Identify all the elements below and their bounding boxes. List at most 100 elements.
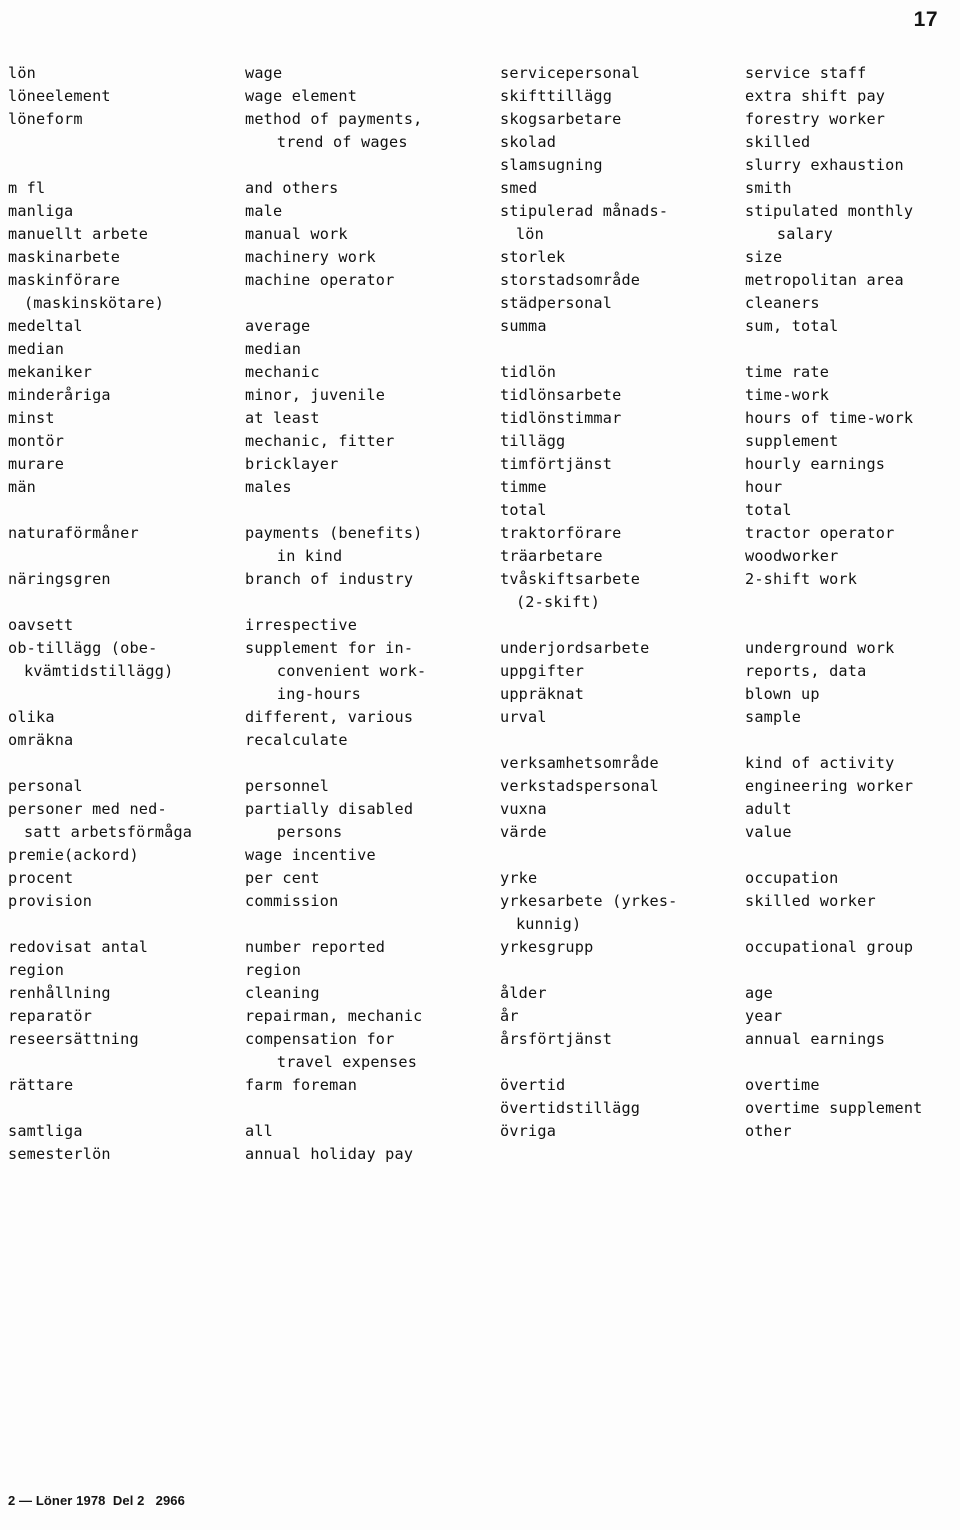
swedish-term-continuation	[8, 545, 261, 568]
english-definition: woodworker	[745, 547, 839, 565]
swedish-term: smed	[500, 179, 538, 197]
english-definition: time-work	[745, 386, 830, 404]
swedish-term: semesterlön	[8, 1145, 111, 1163]
glossary-entry: storlek size	[500, 246, 960, 269]
english-definition: slurry exhaustion	[745, 156, 904, 174]
swedish-term: verkstadspersonal	[500, 777, 659, 795]
english-definition: number reported	[245, 938, 386, 956]
glossary-entry: storstadsområde metropolitan area	[500, 269, 960, 292]
glossary-entry-row: maskinarbete machinery work	[8, 246, 480, 269]
glossary-entry-row: träarbetare woodworker	[500, 545, 960, 568]
glossary-entry-row: tidlön time rate	[500, 361, 960, 384]
glossary-entry-row: m fl and others	[8, 177, 480, 200]
glossary-entry-row: timförtjänst hourly earnings	[500, 453, 960, 476]
english-definition: metropolitan area	[745, 271, 904, 289]
english-definition: irrespective	[245, 616, 358, 634]
swedish-term: övertid	[500, 1076, 566, 1094]
english-definition: age	[745, 984, 774, 1002]
glossary-entry-row: (2-skift)	[500, 591, 960, 614]
english-definition: skilled	[745, 133, 811, 151]
swedish-term: timförtjänst	[500, 455, 613, 473]
swedish-term: olika	[8, 708, 55, 726]
glossary-entry-row: storstadsområde metropolitan area	[500, 269, 960, 292]
glossary-entry: timförtjänst hourly earnings	[500, 453, 960, 476]
english-definition: at least	[245, 409, 320, 427]
glossary-entry: skolad skilled	[500, 131, 960, 154]
glossary-entry: män males	[8, 476, 480, 499]
swedish-term: storlek	[500, 248, 566, 266]
glossary-group: ålder age år year årsförtjänst annual earning…	[500, 982, 960, 1051]
glossary-entry: traktorförare tractor operator	[500, 522, 960, 545]
glossary-entry-row: stipulerad månads-stipulated monthly	[500, 200, 960, 223]
glossary-entry: årsförtjänst annual earnings	[500, 1028, 960, 1051]
swedish-term: samtliga	[8, 1122, 83, 1140]
english-definition: hours of time-work	[745, 409, 914, 427]
english-definition: occupational group	[745, 938, 914, 956]
glossary-entry: värde value	[500, 821, 960, 844]
glossary-entry-row: naturaförmåner payments (benefits)	[8, 522, 480, 545]
glossary-column-left: lön wage löneelement wage element löneform me…	[8, 62, 480, 1166]
glossary-entry-row: minderåriga minor, juvenile	[8, 384, 480, 407]
glossary-entry: premie(ackord) wage incentive	[8, 844, 480, 867]
english-definition: partially disabled	[245, 800, 414, 818]
swedish-term: slamsugning	[500, 156, 603, 174]
english-definition: method of payments,	[245, 110, 423, 128]
glossary-entry: lön wage	[8, 62, 480, 85]
glossary-entry-row: skogsarbetare forestry worker	[500, 108, 960, 131]
swedish-term: timme	[500, 478, 547, 496]
glossary-entry-row: total total	[500, 499, 960, 522]
english-definition: supplement for in-	[245, 639, 414, 657]
glossary-entry-row: in kind	[8, 545, 480, 568]
english-definition: payments (benefits)	[245, 524, 423, 542]
glossary-entry-row: reseersättning compensation for	[8, 1028, 480, 1051]
glossary-entry-row: murare bricklayer	[8, 453, 480, 476]
glossary-entry-row: årsförtjänst annual earnings	[500, 1028, 960, 1051]
glossary-entry-row: lön wage	[8, 62, 480, 85]
glossary-group: verksamhetsområde kind of activity verksta…	[500, 752, 960, 844]
glossary-entry: verkstadspersonal engineering worker	[500, 775, 960, 798]
glossary-entry-row: personer med ned-partially disabled	[8, 798, 480, 821]
glossary-entry-row: samtliga all	[8, 1120, 480, 1143]
swedish-term: median	[8, 340, 65, 358]
swedish-term: personer med ned-	[8, 800, 167, 818]
swedish-term: rättare	[8, 1076, 74, 1094]
glossary-entry-row: travel expenses	[8, 1051, 480, 1074]
glossary-entry-row: män males	[8, 476, 480, 499]
english-definition: all	[245, 1122, 274, 1140]
glossary-group: tidlön time rate tidlönsarbete time-work tid…	[500, 361, 960, 614]
swedish-term: manuellt arbete	[8, 225, 149, 243]
glossary-entry: maskinförare machine operator (maskinsköta…	[8, 269, 480, 315]
english-definition-continuation	[261, 292, 480, 315]
glossary-entry: rättare farm foreman	[8, 1074, 480, 1097]
swedish-term: summa	[500, 317, 547, 335]
glossary-entry: summa sum, total	[500, 315, 960, 338]
swedish-term: tidlönsarbete	[500, 386, 622, 404]
english-definition: wage incentive	[245, 846, 376, 864]
glossary-entry-row: timme hour	[500, 476, 960, 499]
glossary-entry-row: summa sum, total	[500, 315, 960, 338]
english-definition: tractor operator	[745, 524, 895, 542]
english-definition: kind of activity	[745, 754, 895, 772]
glossary-entry-row: skolad skilled	[500, 131, 960, 154]
english-definition: and others	[245, 179, 339, 197]
glossary-entry-row: manuellt arbete manual work	[8, 223, 480, 246]
glossary-page: 17 lön wage löneelement wage element lönefor…	[0, 0, 960, 1530]
swedish-term: traktorförare	[500, 524, 622, 542]
glossary-entry: region region	[8, 959, 480, 982]
english-definition: blown up	[745, 685, 820, 703]
glossary-entry: tillägg supplement	[500, 430, 960, 453]
glossary-entry: provision commission	[8, 890, 480, 913]
swedish-term: skolad	[500, 133, 557, 151]
glossary-entry-row: personal personnel	[8, 775, 480, 798]
swedish-term: maskinarbete	[8, 248, 121, 266]
glossary-entry: uppgifter reports, data	[500, 660, 960, 683]
glossary-entry-row: provision commission	[8, 890, 480, 913]
english-definition: minor, juvenile	[245, 386, 386, 404]
glossary-entry-row: yrkesgrupp occupational group	[500, 936, 960, 959]
glossary-entry-row: mekaniker mechanic	[8, 361, 480, 384]
swedish-term: träarbetare	[500, 547, 603, 565]
swedish-term: löneform	[8, 110, 83, 128]
swedish-term-continuation	[8, 683, 261, 706]
glossary-entry: oavsett irrespective	[8, 614, 480, 637]
glossary-entry-row: redovisat antal number reported	[8, 936, 480, 959]
